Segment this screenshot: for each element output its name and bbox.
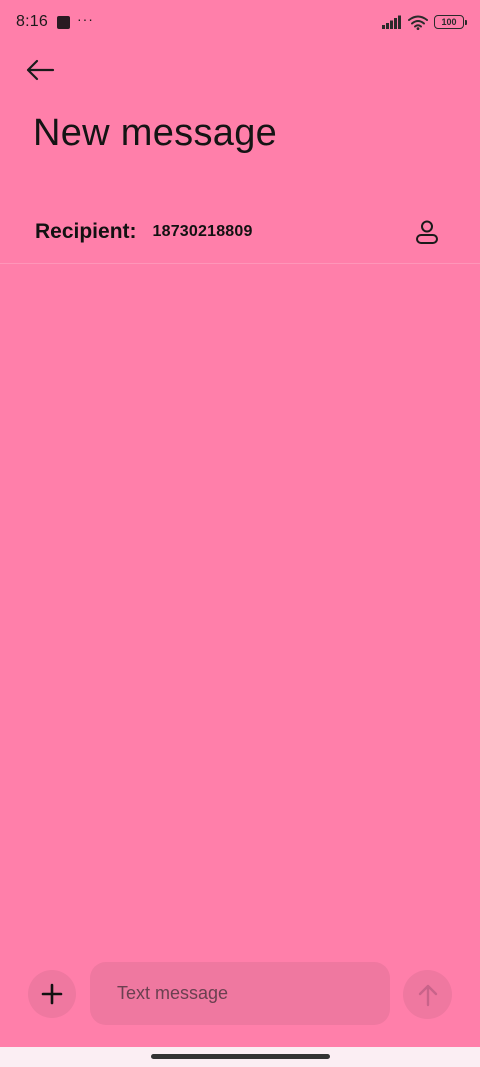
status-time: 8:16: [16, 13, 48, 30]
home-indicator[interactable]: [151, 1054, 330, 1059]
attach-button[interactable]: [28, 970, 76, 1018]
recipient-row[interactable]: Recipient: 18730218809: [0, 200, 480, 264]
notification-square-icon: [56, 15, 70, 29]
signal-icon: [382, 15, 401, 29]
message-input[interactable]: [90, 962, 390, 1025]
message-composer: [0, 962, 480, 1026]
contact-person-icon: [416, 220, 438, 244]
contact-picker-button[interactable]: [409, 214, 445, 250]
page-title: New message: [33, 112, 278, 154]
back-button[interactable]: [20, 52, 60, 88]
recipient-value[interactable]: 18730218809: [153, 223, 253, 241]
send-button[interactable]: [403, 970, 452, 1019]
navigation-bar: [0, 1047, 480, 1067]
status-bar: 8:16 ··· 100: [0, 0, 480, 44]
battery-level: 100: [441, 17, 457, 27]
recipient-label: Recipient:: [35, 219, 137, 243]
status-icons: 100: [382, 15, 467, 30]
wifi-icon: [408, 15, 428, 30]
plus-icon: [41, 983, 63, 1005]
battery-icon: 100: [434, 15, 467, 29]
arrow-left-icon: [26, 59, 55, 81]
more-notifications-indicator: ···: [76, 11, 94, 27]
arrow-up-icon: [418, 984, 437, 1006]
